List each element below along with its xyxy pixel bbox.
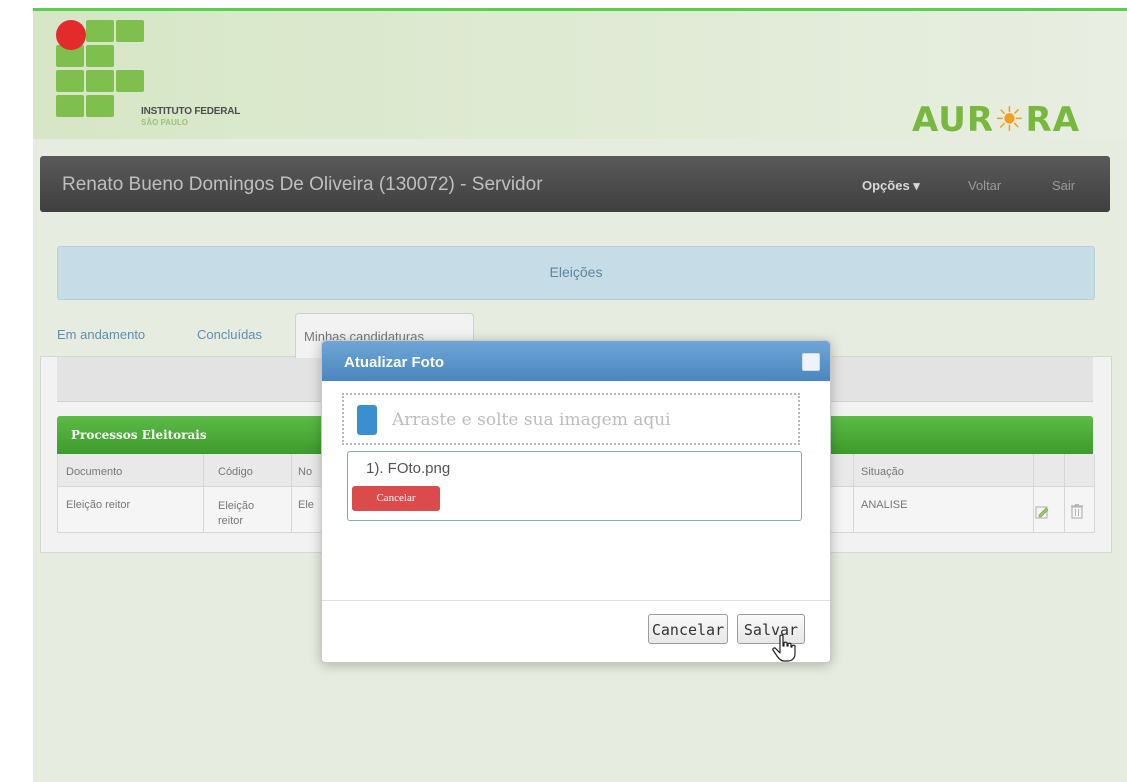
tab-em-andamento[interactable]: Em andamento [57, 327, 145, 342]
cell-documento: Eleição reitor [66, 499, 131, 511]
hand-cursor-icon [772, 634, 796, 662]
cell-codigo: Eleição reitor [218, 500, 255, 527]
column-header-codigo[interactable]: Código [218, 466, 253, 478]
upload-icon [357, 405, 377, 435]
institution-campus: SÃO PAULO [141, 118, 188, 127]
remove-file-button[interactable]: Cancelar [352, 486, 440, 511]
dialog-title: Atualizar Foto [344, 354, 444, 371]
dialog-title-bar: Atualizar Foto [322, 341, 830, 381]
elections-banner: Eleições [57, 246, 1095, 300]
edit-icon[interactable] [1035, 505, 1049, 519]
dialog-divider [322, 600, 830, 601]
institution-logo [56, 20, 146, 132]
table-title: Processos Eleitorais [71, 428, 207, 442]
user-title: Renato Bueno Domingos De Oliveira (13007… [62, 174, 543, 195]
back-link[interactable]: Voltar [968, 178, 1001, 193]
cancel-button[interactable]: Cancelar [648, 614, 728, 644]
image-dropzone[interactable]: Arraste e solte sua imagem aqui [342, 393, 800, 445]
options-menu[interactable]: Opções ▾ [862, 178, 920, 194]
column-header-documento[interactable]: Documento [66, 466, 122, 478]
column-header-situacao[interactable]: Situação [861, 466, 904, 478]
file-name: 1). FOto.png [366, 460, 451, 477]
close-icon[interactable] [802, 353, 820, 371]
banner-title: Eleições [549, 264, 603, 280]
tab-concluidas[interactable]: Concluídas [197, 327, 262, 342]
cell-situacao: ANALISE [861, 499, 908, 511]
column-header-nome[interactable]: No [298, 466, 312, 478]
cell-nome: Ele [298, 499, 314, 511]
update-photo-dialog: Atualizar Foto Arraste e solte sua image… [321, 340, 831, 663]
trash-icon[interactable] [1070, 503, 1084, 519]
aurora-logo: AUR☀RA [912, 100, 1081, 140]
uploaded-file-item: 1). FOto.png Cancelar [347, 451, 802, 521]
exit-link[interactable]: Sair [1052, 178, 1075, 193]
dropzone-text: Arraste e solte sua imagem aqui [392, 410, 671, 430]
logo-red-dot [56, 20, 86, 50]
institution-name: INSTITUTO FEDERAL [141, 106, 241, 117]
top-navbar: Renato Bueno Domingos De Oliveira (13007… [40, 156, 1110, 212]
